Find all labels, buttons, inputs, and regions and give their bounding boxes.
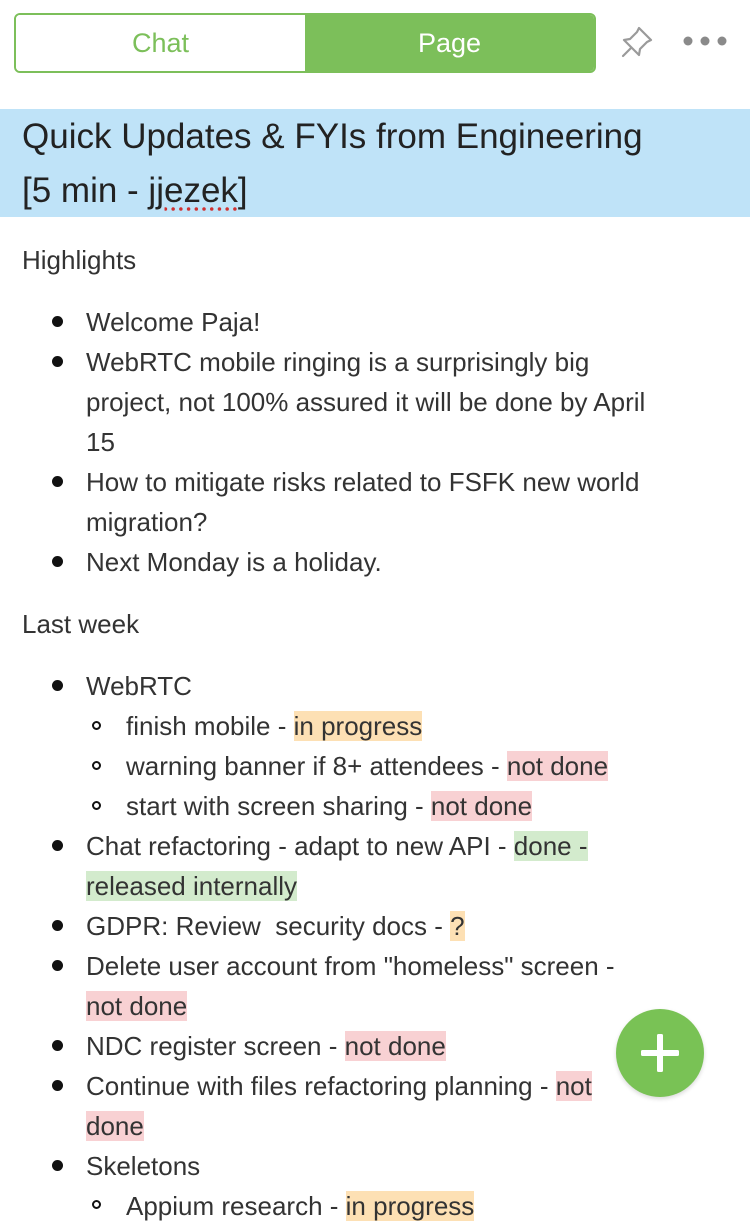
highlights-heading: Highlights: [22, 245, 137, 275]
task-webrtc: WebRTC: [86, 671, 192, 701]
bullet: [52, 920, 63, 931]
bullet: [52, 680, 63, 691]
task-skeletons: Skeletons: [86, 1151, 201, 1181]
bullet: [52, 476, 63, 487]
sub-bullet: [92, 761, 101, 770]
more-button[interactable]: [680, 26, 730, 56]
status-not-done: not done: [430, 791, 533, 821]
task-text: NDC register screen -: [86, 1031, 345, 1061]
pin-button[interactable]: [617, 22, 657, 62]
status-in-progress: in progress: [345, 1191, 475, 1221]
bullet: [52, 556, 63, 567]
view-toggle: Chat Page: [14, 13, 596, 73]
top-toolbar: Chat Page: [0, 0, 750, 108]
highlight-item-cont: 15: [86, 427, 115, 457]
status-not-done: not done: [506, 751, 609, 781]
highlight-item: Welcome Paja!: [86, 307, 261, 337]
subtask: start with screen sharing - not done: [126, 786, 750, 826]
highlight-item: WebRTC mobile ringing is a surprisingly …: [86, 347, 590, 377]
subtask-text: Appium research -: [126, 1191, 346, 1221]
add-button[interactable]: [616, 1009, 704, 1097]
subtask: warning banner if 8+ attendees - not don…: [126, 746, 750, 786]
status-unknown: ?: [450, 911, 465, 941]
highlight-item: How to mitigate risks related to FSFK ne…: [86, 467, 640, 497]
status-not-done: done: [86, 1111, 144, 1141]
status-not-done: not done: [344, 1031, 446, 1061]
title-line-1: Quick Updates & FYIs from Engineering: [22, 117, 643, 156]
tab-chat[interactable]: Chat: [16, 15, 305, 71]
plus-icon: [641, 1034, 679, 1072]
subtask-text: warning banner if 8+ attendees -: [126, 751, 507, 781]
task-text: Chat refactoring - adapt to new API -: [86, 831, 514, 861]
tab-page[interactable]: Page: [305, 15, 594, 71]
bullet: [52, 960, 63, 971]
sub-bullet: [92, 801, 101, 810]
task-gdpr: GDPR: Review security docs - ?: [86, 906, 736, 946]
bullet: [52, 1080, 63, 1091]
title-duration: [5 min -: [22, 171, 149, 210]
page-title: Quick Updates & FYIs from Engineering [5…: [22, 110, 732, 218]
subtask: Appium research - in progress: [126, 1186, 750, 1226]
status-in-progress: in progress: [293, 711, 423, 741]
bullet: [52, 1160, 63, 1171]
task-text: GDPR: Review security docs -: [86, 911, 451, 941]
highlight-item-cont: project, not 100% assured it will be don…: [86, 387, 646, 417]
pin-icon: [621, 26, 653, 58]
last-week-heading: Last week: [22, 609, 140, 639]
status-done: done -: [513, 831, 588, 861]
title-line-2: [5 min - jjezek]: [22, 164, 732, 218]
highlight-item-cont: migration?: [86, 507, 208, 537]
title-author: jjezek: [148, 171, 238, 210]
bullet: [52, 316, 63, 327]
task-chat-refactoring: Chat refactoring - adapt to new API - do…: [86, 826, 736, 866]
subtask-text: finish mobile -: [126, 711, 294, 741]
highlight-item: Next Monday is a holiday.: [86, 547, 382, 577]
task-text: Continue with files refactoring planning…: [86, 1071, 556, 1101]
task-cont: done: [86, 1106, 736, 1146]
subtask-text: start with screen sharing -: [126, 791, 431, 821]
sub-bullet: [92, 721, 101, 730]
more-icon: [683, 36, 727, 46]
bullet: [52, 840, 63, 851]
bullet: [52, 356, 63, 367]
bullet: [52, 1040, 63, 1051]
status-not-done: not: [555, 1071, 592, 1101]
title-close-bracket: ]: [237, 171, 248, 210]
task-cont: released internally: [86, 866, 736, 906]
status-done: released internally: [86, 871, 298, 901]
subtask: finish mobile - in progress: [126, 706, 750, 746]
task-delete-account: Delete user account from "homeless" scre…: [86, 951, 615, 981]
status-not-done: not done: [86, 991, 188, 1021]
